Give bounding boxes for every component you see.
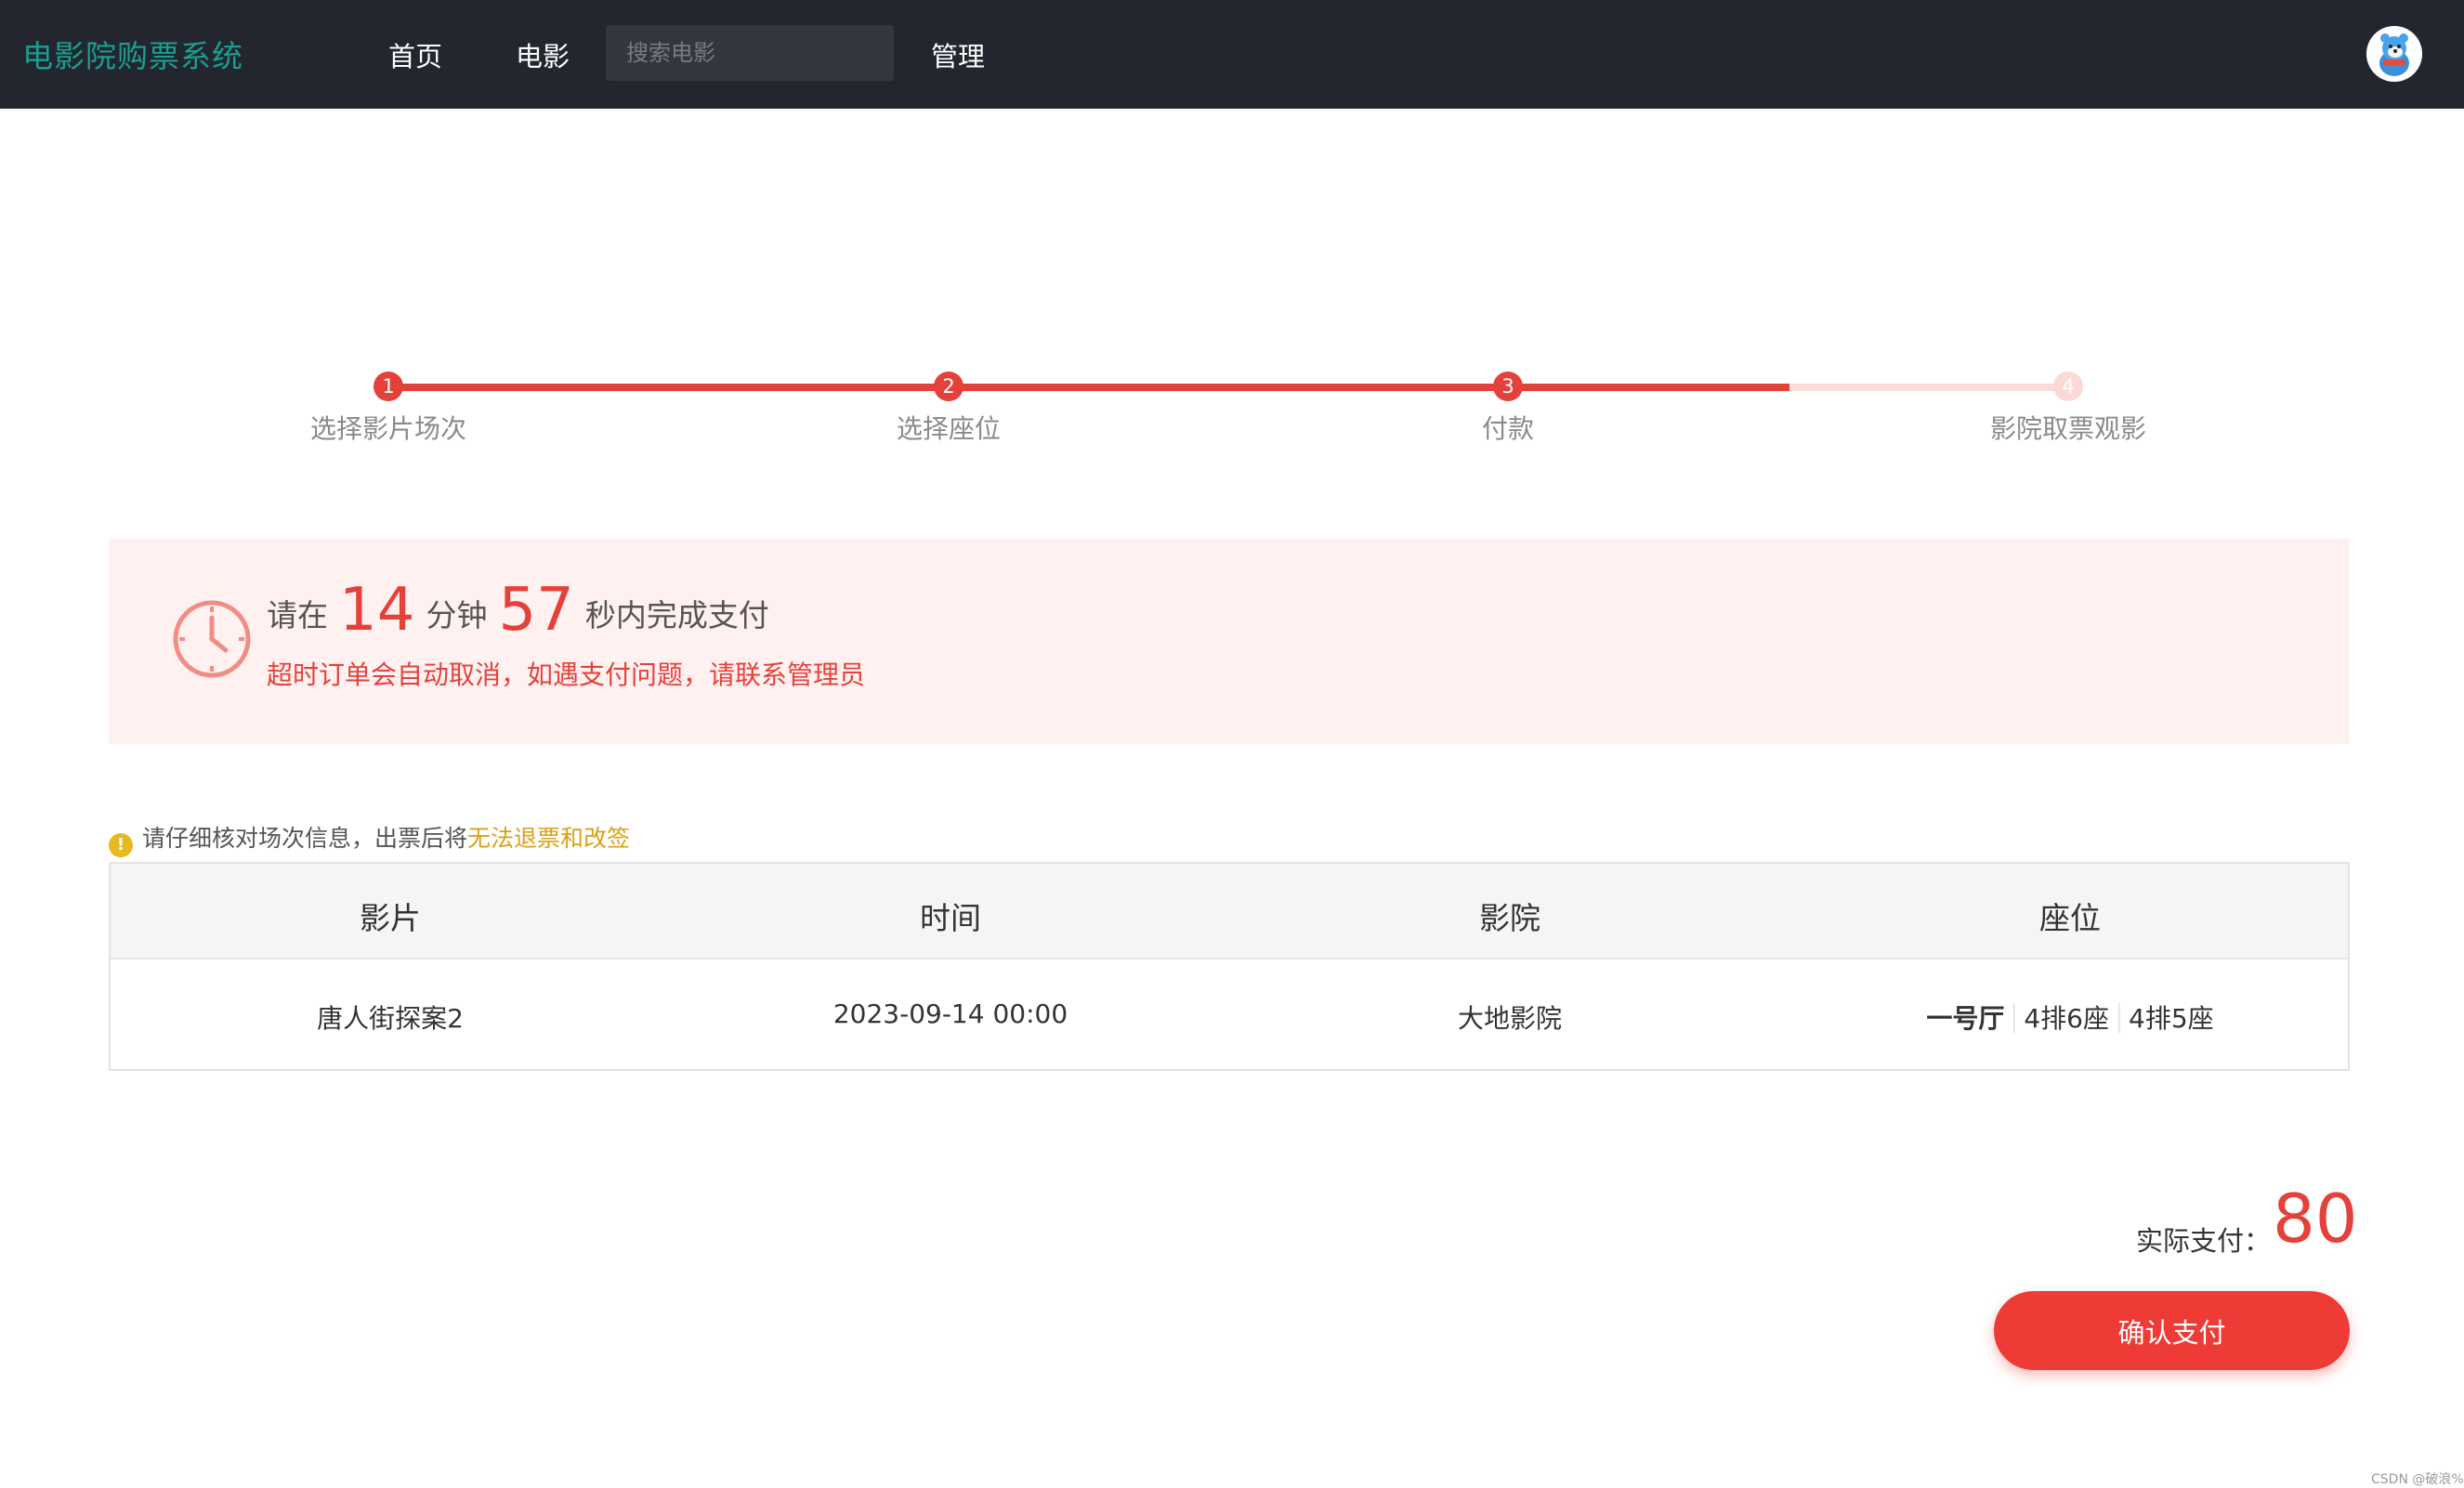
seat-2: 4排5座 (2129, 1003, 2214, 1034)
nav-home[interactable]: 首页 (388, 35, 442, 74)
countdown-text: 请在 14 分钟 57 秒内完成支付 (267, 576, 769, 645)
header-seat: 座位 (2039, 900, 2101, 936)
seat-1: 4排6座 (2024, 1003, 2110, 1034)
step-1-label: 选择影片场次 (309, 413, 467, 444)
countdown-prefix: 请在 (267, 597, 328, 633)
seat-divider (2118, 1003, 2120, 1033)
payment-countdown-panel: 请在 14 分钟 57 秒内完成支付 超时订单会自动取消，如遇支付问题，请联系管理员 (109, 539, 2350, 744)
watermark: CSDN @破浪% (2371, 1472, 2464, 1487)
progress-track-done (388, 384, 1789, 391)
nav-movies[interactable]: 电影 (516, 35, 570, 74)
movie-name: 唐人街探案2 (317, 1003, 464, 1034)
step-2-label: 选择座位 (896, 413, 1002, 444)
progress-track-todo (1789, 384, 2068, 391)
clock-icon (173, 600, 251, 678)
timeout-warning: 超时订单会自动取消，如遇支付问题，请联系管理员 (267, 659, 866, 690)
header-movie: 影片 (360, 900, 421, 936)
table-header: 影片 时间 影院 座位 (111, 864, 2348, 959)
progress-steps: 1 选择影片场次 2 选择座位 3 付款 4 影院取票观影 (0, 362, 2464, 455)
countdown-minutes: 14 (339, 576, 415, 645)
order-table: 影片 时间 影院 座位 唐人街探案2 2023-09-14 00:00 大地影院… (109, 862, 2350, 1071)
step-2-marker: 2 (934, 372, 963, 401)
notice-highlight: 无法退票和改签 (467, 825, 631, 852)
countdown-suffix: 秒内完成支付 (584, 597, 769, 633)
showtime: 2023-09-14 00:00 (832, 999, 1068, 1029)
seat-info: 一号厅 4排6座 4排5座 (1926, 999, 2214, 1036)
seat-divider (2013, 1003, 2015, 1033)
confirm-payment-button[interactable]: 确认支付 (1994, 1291, 2350, 1370)
header-cinema: 影院 (1479, 900, 1540, 936)
info-icon: ! (109, 833, 133, 857)
top-navbar: 电影院购票系统 首页 电影 管理 (0, 0, 2464, 109)
step-3-label: 付款 (1481, 413, 1535, 444)
actual-payment-amount: 80 (2273, 1180, 2358, 1258)
brand-logo-text[interactable]: 电影院购票系统 (22, 32, 243, 76)
countdown-seconds: 57 (498, 576, 574, 645)
hall-name: 一号厅 (1926, 1003, 2005, 1034)
nav-admin[interactable]: 管理 (931, 35, 985, 74)
header-time: 时间 (920, 900, 981, 936)
step-4-marker: 4 (2053, 372, 2083, 401)
search-input[interactable] (606, 25, 894, 81)
step-4-label: 影院取票观影 (1989, 413, 2147, 444)
notice-text: 请仔细核对场次信息，出票后将 (142, 825, 468, 852)
cinema-name: 大地影院 (1457, 1003, 1563, 1034)
step-3-marker: 3 (1493, 372, 1523, 401)
step-1-marker: 1 (374, 372, 403, 401)
actual-payment-label: 实际支付： (2136, 1225, 2272, 1257)
avatar-icon[interactable] (2366, 26, 2422, 82)
countdown-minute-unit: 分钟 (426, 597, 488, 633)
ticket-notice: ! 请仔细核对场次信息，出票后将无法退票和改签 (109, 820, 630, 857)
